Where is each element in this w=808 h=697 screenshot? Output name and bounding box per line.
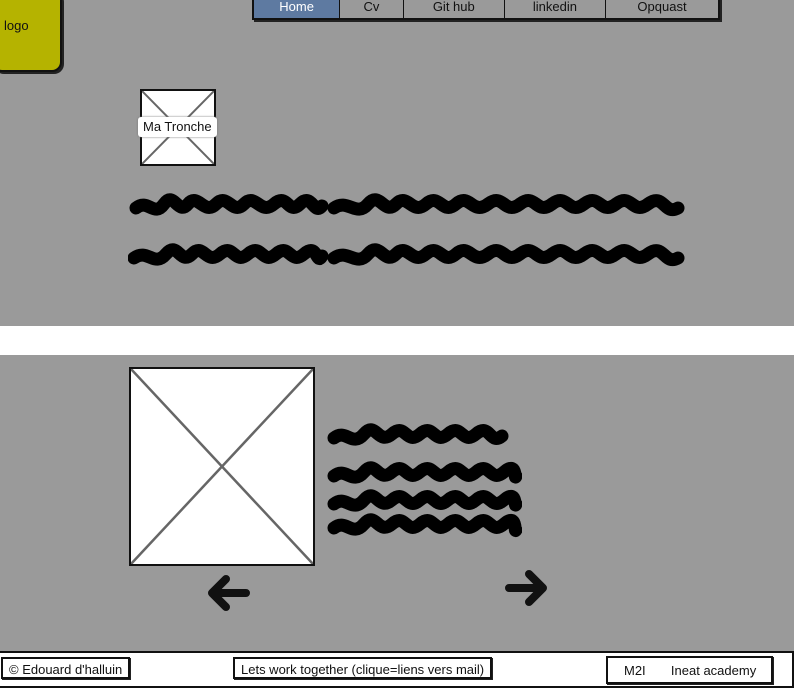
- tab-home[interactable]: Home: [254, 0, 341, 18]
- footer-divider: [792, 651, 794, 688]
- carousel-next-button[interactable]: [505, 566, 549, 615]
- footer-divider: [0, 651, 794, 653]
- tab-linkedin[interactable]: linkedin: [505, 0, 606, 18]
- footer-partners: M2I Ineat academy: [606, 656, 773, 684]
- arrow-right-icon: [505, 570, 547, 606]
- footer-divider: [0, 686, 794, 688]
- tab-cv[interactable]: Cv: [340, 0, 404, 18]
- project-image: [129, 367, 315, 566]
- image-placeholder-icon: [131, 369, 313, 564]
- footer-copyright: © Edouard d'halluin: [1, 657, 131, 679]
- carousel-prev-button[interactable]: [206, 571, 250, 620]
- footer-contact-link[interactable]: Lets work together (clique=liens vers ma…: [233, 657, 493, 679]
- footer-school-ineat[interactable]: Ineat academy: [671, 663, 756, 678]
- arrow-left-icon: [208, 575, 250, 611]
- tab-github[interactable]: Git hub: [404, 0, 505, 18]
- logo-label: logo: [4, 18, 29, 33]
- main-nav: Home Cv Git hub linkedin Opquast: [252, 0, 720, 20]
- photo-caption: Ma Tronche: [138, 117, 217, 137]
- footer-school-m2i[interactable]: M2I: [624, 663, 646, 678]
- logo[interactable]: logo: [0, 0, 62, 72]
- hero-text-scribble: [128, 192, 688, 274]
- project-text-scribble: [326, 420, 522, 550]
- tab-opquast[interactable]: Opquast: [606, 0, 718, 18]
- hero-section: [0, 0, 794, 326]
